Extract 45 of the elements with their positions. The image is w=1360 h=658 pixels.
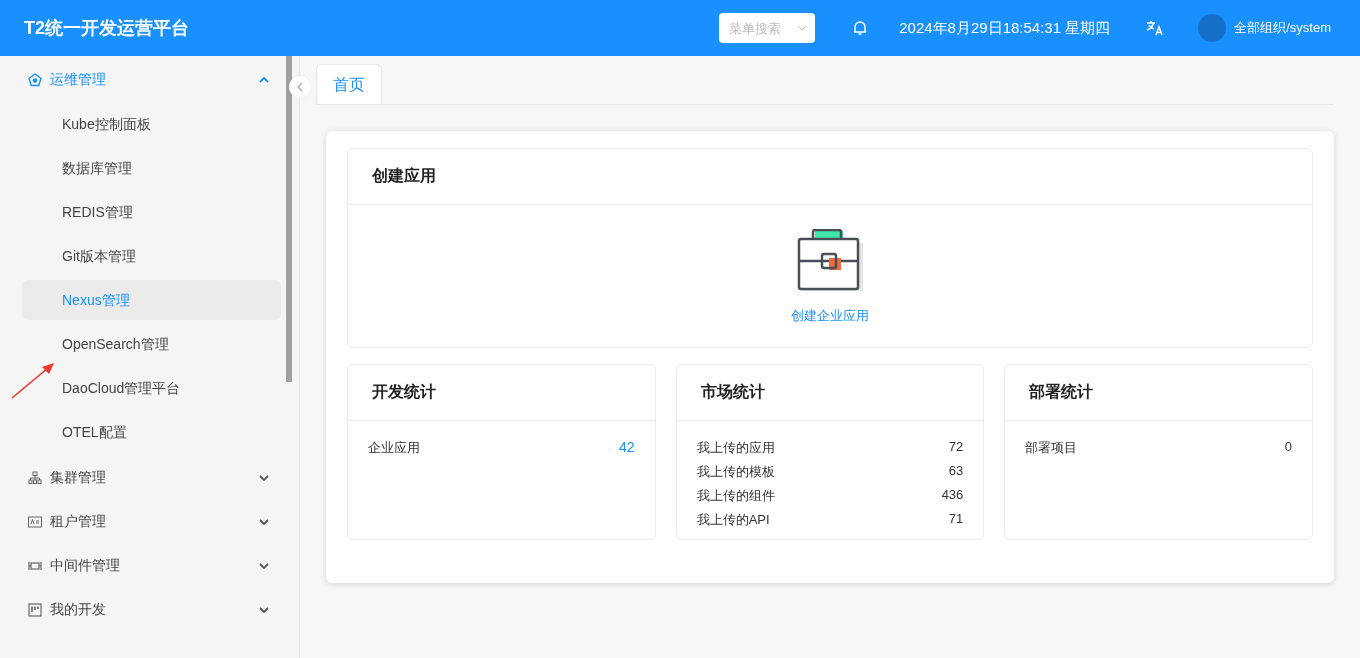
menu-search-field[interactable]: 菜单搜索 [719,13,816,43]
stat-label: 我上传的API [696,511,770,529]
menu-item[interactable]: OTEL配置 [22,412,281,452]
chevron-icon [259,607,269,613]
briefcase-icon[interactable] [797,229,863,293]
menu-group[interactable]: 中间件管理 [0,544,279,588]
chevron-icon [259,77,269,83]
stat-value: 436 [941,487,964,504]
menu-item[interactable]: Kube控制面板 [22,104,281,144]
chevron-left-icon [297,82,303,92]
stat-value: 63 [948,463,964,480]
panel-title: 开发统计 [348,365,655,421]
menu-item[interactable]: Git版本管理 [22,236,281,276]
panel-title: 部署统计 [1005,365,1312,421]
translate-icon[interactable] [1146,20,1165,36]
app-title: T2统一开发运营平台 [24,17,190,40]
stat-label: 部署项目 [1025,439,1078,457]
menu-item[interactable]: OpenSearch管理 [22,324,281,364]
datetime: 2024年8月29日18:54:31 星期四 [899,18,1111,38]
menu-item[interactable]: DaoCloud管理平台 [22,368,281,408]
stat-label: 我上传的应用 [696,439,775,457]
menu-group[interactable]: 集群管理 [0,456,279,500]
chevron-icon [259,563,269,569]
menu-group[interactable]: 租户管理 [0,500,279,544]
middleware-icon [28,559,42,573]
arrow-drawing [10,362,56,400]
stat-label: 我上传的组件 [696,487,775,505]
caret-icon [797,25,808,31]
menu-group[interactable]: 我的开发 [0,588,279,632]
chevron-icon [259,475,269,481]
stat-value: 71 [948,511,964,528]
menu-item[interactable]: 数据库管理 [22,148,281,188]
bell-icon[interactable] [853,20,868,36]
menu-item[interactable]: REDIS管理 [22,192,281,232]
stat-label: 我上传的模板 [696,463,775,481]
stat-label: 企业应用 [368,439,420,457]
chevron-icon [259,519,269,525]
stat-value: 0 [1284,439,1292,456]
panel-title: 市场统计 [676,365,984,421]
board-icon [28,603,42,617]
panel-title: 创建应用 [348,149,1312,205]
stat-value: 72 [948,439,964,456]
pentagon-icon [28,73,42,87]
hierarchy-icon [28,471,42,485]
id-card-icon [28,515,42,529]
